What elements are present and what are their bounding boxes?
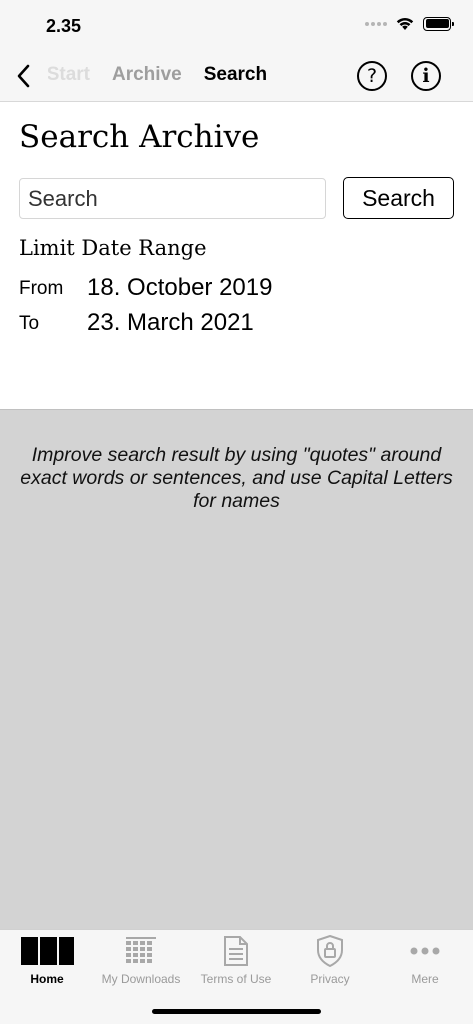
from-label: From xyxy=(19,278,64,299)
tab-terms-of-use[interactable]: Terms of Use xyxy=(189,934,283,990)
crumb-search[interactable]: Search xyxy=(204,64,267,86)
status-bar: 2.35 xyxy=(0,0,473,50)
tab-terms-of-use-label: Terms of Use xyxy=(200,972,272,986)
tab-privacy[interactable]: Privacy xyxy=(283,934,377,990)
search-button[interactable]: Search xyxy=(343,177,454,219)
tab-home[interactable]: Home xyxy=(0,934,94,990)
tab-privacy-label: Privacy xyxy=(310,972,350,986)
tab-more-label: Mere xyxy=(411,972,439,986)
more-icon xyxy=(410,947,440,955)
tab-my-downloads[interactable]: My Downloads xyxy=(94,934,188,990)
tab-my-downloads-label: My Downloads xyxy=(101,972,181,986)
info-icon[interactable]: i xyxy=(411,61,441,91)
back-button[interactable] xyxy=(10,60,36,92)
search-panel: Search Archive Search Limit Date Range F… xyxy=(0,103,473,409)
downloads-icon xyxy=(126,937,156,963)
navigation-bar: Start Archive Search ? i xyxy=(0,50,473,102)
home-icon xyxy=(20,937,74,965)
search-input[interactable] xyxy=(19,178,326,219)
tab-home-label: Home xyxy=(30,972,64,986)
tab-more[interactable]: Mere xyxy=(378,934,472,990)
wifi-icon xyxy=(396,18,414,30)
crumb-start[interactable]: Start xyxy=(48,64,90,86)
status-icons xyxy=(365,16,454,31)
search-results-area: Improve search result by using "quotes" … xyxy=(0,409,473,929)
privacy-lock-icon xyxy=(317,935,343,967)
status-time: 2.35 xyxy=(46,16,82,36)
to-date-picker[interactable]: 23. March 2021 xyxy=(87,309,254,337)
home-indicator xyxy=(152,1009,321,1014)
page-title: Search Archive xyxy=(19,119,260,155)
signal-icon xyxy=(365,21,387,26)
to-label: To xyxy=(19,313,40,334)
breadcrumb: Start Archive Search xyxy=(48,64,267,86)
chevron-left-icon xyxy=(17,64,30,88)
help-icon[interactable]: ? xyxy=(357,61,387,91)
from-date-picker[interactable]: 18. October 2019 xyxy=(87,274,272,302)
search-hint: Improve search result by using "quotes" … xyxy=(20,444,453,512)
battery-icon xyxy=(423,16,454,31)
crumb-archive[interactable]: Archive xyxy=(112,64,182,86)
date-range-heading: Limit Date Range xyxy=(19,236,207,260)
document-icon xyxy=(224,936,248,966)
